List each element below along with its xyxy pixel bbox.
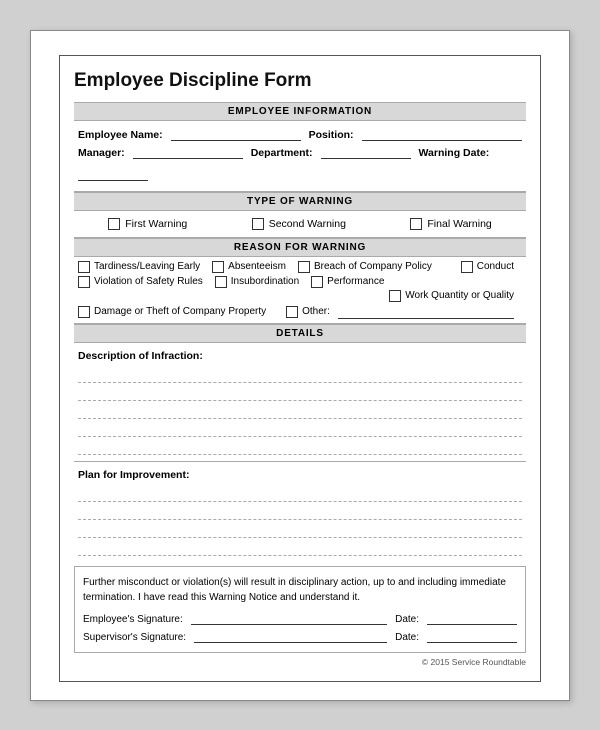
reason-work-quantity[interactable]: Work Quantity or Quality xyxy=(389,290,514,302)
employee-sig-field[interactable] xyxy=(191,611,387,625)
employee-info-body: Employee Name: Position: Manager: Depart… xyxy=(74,121,526,192)
date-label-1: Date: xyxy=(395,614,419,625)
manager-dept-row: Manager: Department: Warning Date: xyxy=(78,145,522,181)
warning-date-field[interactable] xyxy=(78,167,148,181)
reason-conduct[interactable]: Conduct xyxy=(461,261,514,273)
plan-body: Plan for Improvement: xyxy=(74,462,526,566)
conduct-checkbox[interactable] xyxy=(461,261,473,273)
manager-label: Manager: xyxy=(78,147,125,159)
supervisor-sig-field[interactable] xyxy=(194,629,387,643)
employee-name-label: Employee Name: xyxy=(78,129,163,141)
employee-info-header: EMPLOYEE INFORMATION xyxy=(74,102,526,121)
warning-date-label: Warning Date: xyxy=(419,147,490,159)
manager-field[interactable] xyxy=(133,145,243,159)
first-warning-label: First Warning xyxy=(125,218,187,230)
name-position-row: Employee Name: Position: xyxy=(78,127,522,141)
work-quantity-label: Work Quantity or Quality xyxy=(405,290,514,301)
plan-line-3[interactable] xyxy=(78,522,522,538)
safety-checkbox[interactable] xyxy=(78,276,90,288)
tardiness-label: Tardiness/Leaving Early xyxy=(94,261,200,272)
absenteeism-checkbox[interactable] xyxy=(212,261,224,273)
position-label: Position: xyxy=(309,129,354,141)
details-header: DETAILS xyxy=(74,324,526,343)
safety-label: Violation of Safety Rules xyxy=(94,276,203,287)
reason-row-1: Tardiness/Leaving Early Absenteeism Brea… xyxy=(78,261,522,273)
reason-other: Other: xyxy=(286,305,514,319)
reason-breach[interactable]: Breach of Company Policy xyxy=(298,261,432,273)
performance-label: Performance xyxy=(327,276,384,287)
date-field-1[interactable] xyxy=(427,611,517,625)
date-field-2[interactable] xyxy=(427,629,517,643)
reason-for-warning-header: REASON FOR WARNING xyxy=(74,238,526,257)
plan-line-2[interactable] xyxy=(78,504,522,520)
employee-name-field[interactable] xyxy=(171,127,301,141)
insubordination-label: Insubordination xyxy=(231,276,299,287)
warning-type-group: First Warning Second Warning Final Warni… xyxy=(74,211,526,238)
footer-section: Further misconduct or violation(s) will … xyxy=(74,566,526,653)
second-warning-label: Second Warning xyxy=(269,218,346,230)
employee-sig-label: Employee's Signature: xyxy=(83,614,183,625)
damage-checkbox[interactable] xyxy=(78,306,90,318)
department-field[interactable] xyxy=(321,145,411,159)
footer-warning-text: Further misconduct or violation(s) will … xyxy=(83,575,517,605)
reason-insubordination[interactable]: Insubordination xyxy=(215,276,299,288)
employee-sig-row: Employee's Signature: Date: xyxy=(83,611,517,625)
details-body: Description of Infraction: xyxy=(74,343,526,462)
form-page: Employee Discipline Form EMPLOYEE INFORM… xyxy=(30,30,570,701)
first-warning-checkbox[interactable] xyxy=(108,218,120,230)
absenteeism-label: Absenteeism xyxy=(228,261,286,272)
final-warning-label: Final Warning xyxy=(427,218,491,230)
reason-row-2: Violation of Safety Rules Insubordinatio… xyxy=(78,276,522,302)
reason-rows: Tardiness/Leaving Early Absenteeism Brea… xyxy=(74,257,526,324)
desc-line-1[interactable] xyxy=(78,367,522,383)
plan-line-4[interactable] xyxy=(78,540,522,556)
plan-lines xyxy=(78,486,522,556)
other-checkbox[interactable] xyxy=(286,306,298,318)
breach-label: Breach of Company Policy xyxy=(314,261,432,272)
date-label-2: Date: xyxy=(395,632,419,643)
breach-checkbox[interactable] xyxy=(298,261,310,273)
desc-line-4[interactable] xyxy=(78,421,522,437)
reason-absenteeism[interactable]: Absenteeism xyxy=(212,261,286,273)
final-warning-item[interactable]: Final Warning xyxy=(410,218,491,230)
damage-label: Damage or Theft of Company Property xyxy=(94,306,266,317)
type-of-warning-header: TYPE OF WARNING xyxy=(74,192,526,211)
copyright-text: © 2015 Service Roundtable xyxy=(74,657,526,667)
tardiness-checkbox[interactable] xyxy=(78,261,90,273)
other-label: Other: xyxy=(302,306,330,317)
insubordination-checkbox[interactable] xyxy=(215,276,227,288)
form-title: Employee Discipline Form xyxy=(74,70,526,92)
supervisor-sig-label: Supervisor's Signature: xyxy=(83,632,186,643)
department-label: Department: xyxy=(251,147,313,159)
final-warning-checkbox[interactable] xyxy=(410,218,422,230)
reason-row-3: Damage or Theft of Company Property Othe… xyxy=(78,305,522,319)
reason-tardiness[interactable]: Tardiness/Leaving Early xyxy=(78,261,200,273)
position-field[interactable] xyxy=(362,127,522,141)
work-quantity-checkbox[interactable] xyxy=(389,290,401,302)
plan-label: Plan for Improvement: xyxy=(78,469,522,481)
form-border: Employee Discipline Form EMPLOYEE INFORM… xyxy=(59,55,541,682)
desc-line-2[interactable] xyxy=(78,385,522,401)
desc-line-3[interactable] xyxy=(78,403,522,419)
performance-checkbox[interactable] xyxy=(311,276,323,288)
plan-line-1[interactable] xyxy=(78,486,522,502)
desc-line-5[interactable] xyxy=(78,439,522,455)
description-label: Description of Infraction: xyxy=(78,350,522,362)
reason-damage[interactable]: Damage or Theft of Company Property xyxy=(78,306,266,318)
other-field[interactable] xyxy=(338,305,514,319)
conduct-label: Conduct xyxy=(477,261,514,272)
description-lines xyxy=(78,367,522,455)
second-warning-item[interactable]: Second Warning xyxy=(252,218,346,230)
reason-safety[interactable]: Violation of Safety Rules xyxy=(78,276,203,288)
supervisor-sig-row: Supervisor's Signature: Date: xyxy=(83,629,517,643)
first-warning-item[interactable]: First Warning xyxy=(108,218,187,230)
second-warning-checkbox[interactable] xyxy=(252,218,264,230)
reason-performance[interactable]: Performance xyxy=(311,276,384,288)
